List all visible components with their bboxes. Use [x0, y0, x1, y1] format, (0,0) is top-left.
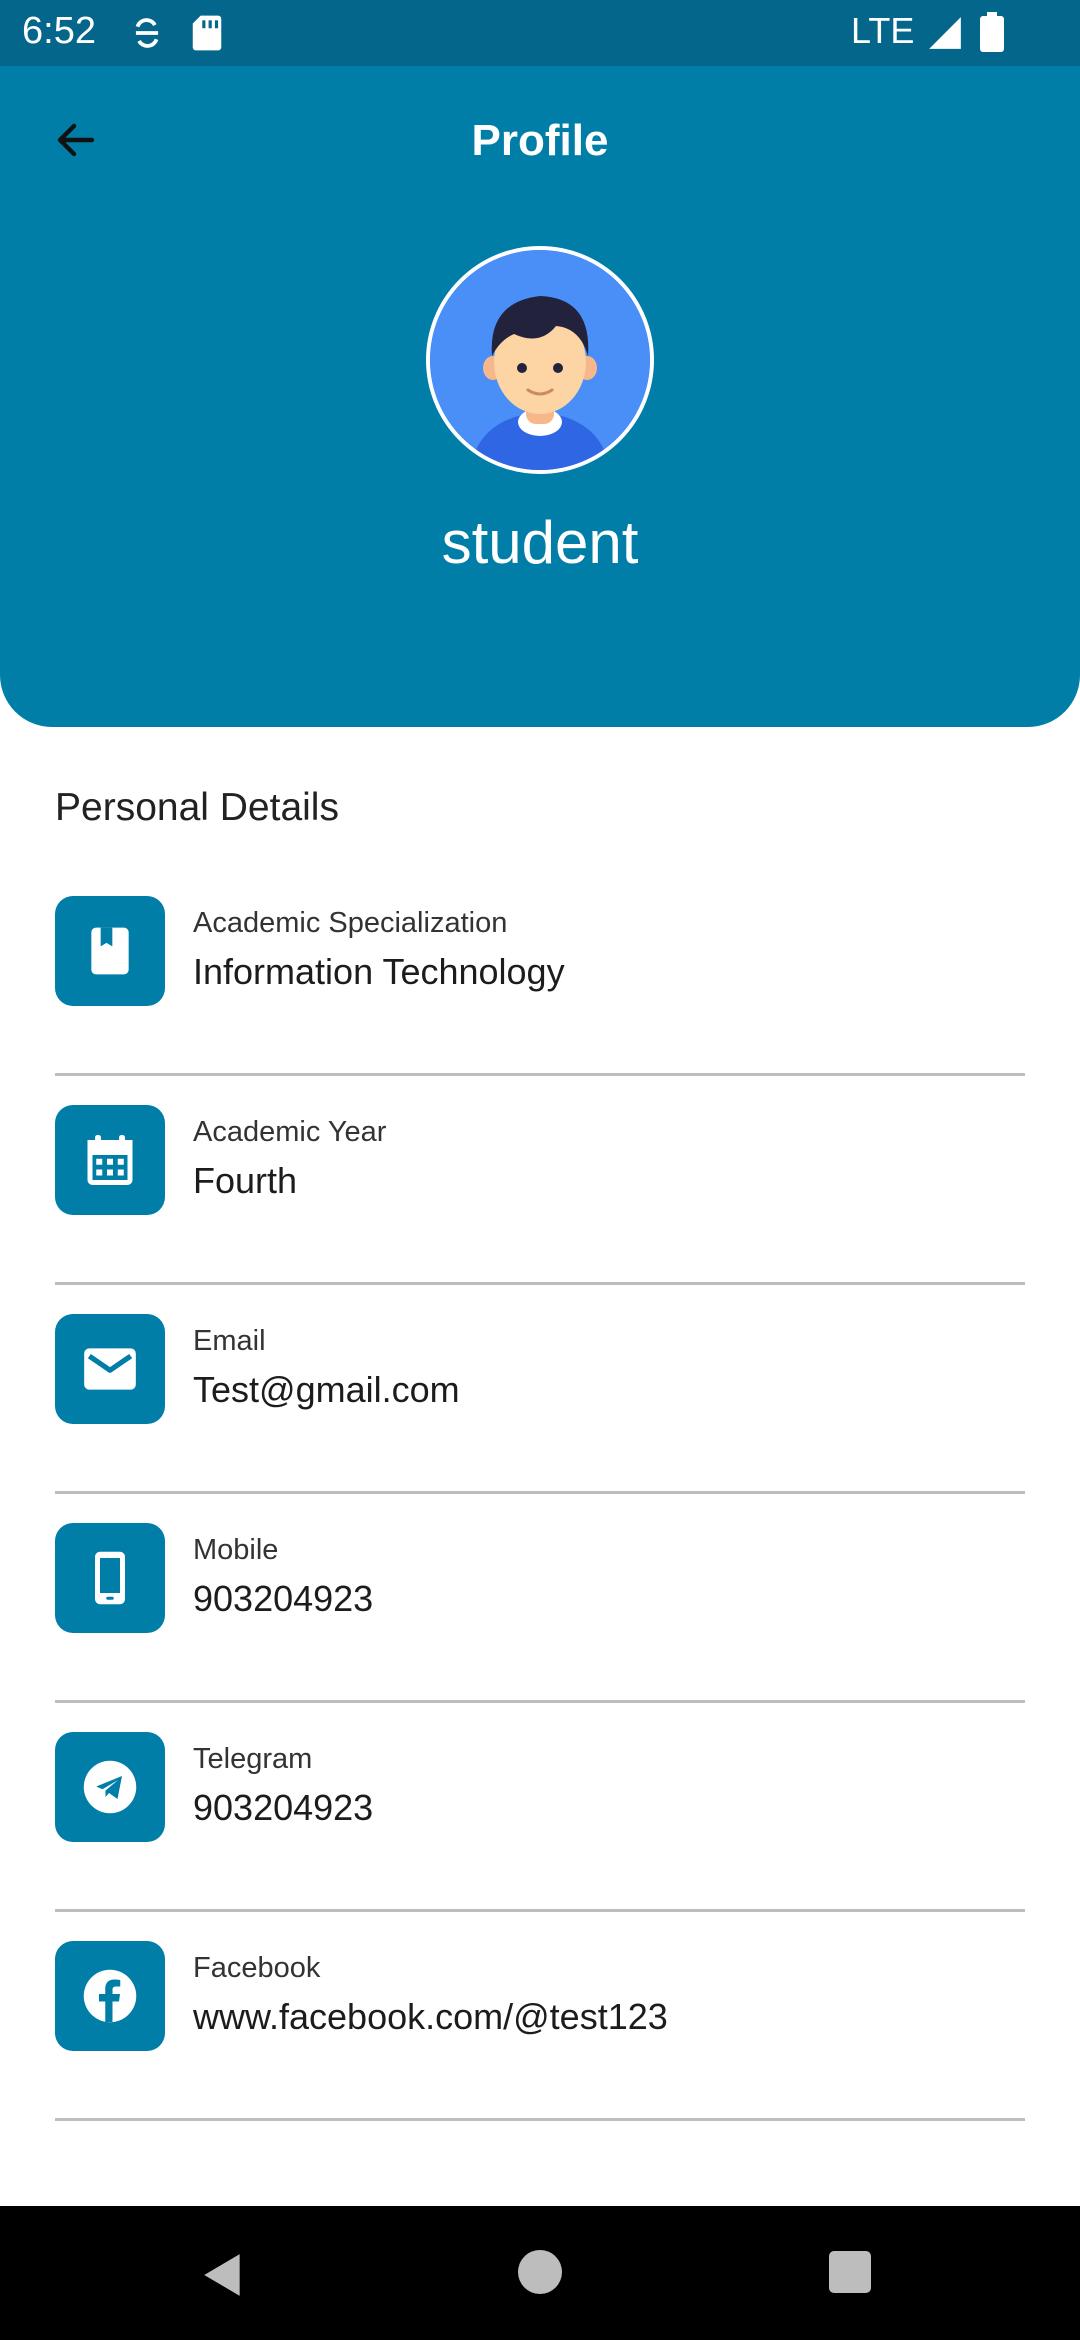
detail-value: Test@gmail.com — [193, 1369, 460, 1410]
detail-value: www.facebook.com/@test123 — [193, 1996, 668, 2037]
status-bar: 6:52 LTE — [0, 0, 1080, 66]
detail-label: Email — [193, 1325, 266, 1357]
detail-label: Academic Specialization — [193, 907, 508, 939]
book-icon — [91, 927, 129, 975]
email-icon — [84, 1348, 136, 1390]
detail-row-specialization[interactable]: Academic Specialization Information Tech… — [55, 867, 1025, 1076]
calendar-icon-tile — [55, 1105, 165, 1215]
facebook-icon-tile — [55, 1941, 165, 2051]
nav-home-icon[interactable] — [518, 2250, 562, 2294]
detail-row-email[interactable]: Email Test@gmail.com — [55, 1285, 1025, 1494]
system-nav-bar — [0, 2206, 1080, 2340]
detail-row-facebook[interactable]: Facebook www.facebook.com/@test123 — [55, 1912, 1025, 2121]
user-name: student — [441, 509, 639, 576]
calendar-icon — [87, 1135, 133, 1185]
detail-label: Mobile — [193, 1534, 279, 1566]
email-icon-tile — [55, 1314, 165, 1424]
detail-value: Information Technology — [193, 951, 565, 992]
network-type: LTE — [851, 10, 915, 51]
telegram-icon — [83, 1760, 137, 1814]
avatar[interactable] — [426, 246, 654, 474]
detail-value: 903204923 — [193, 1787, 374, 1828]
battery-icon — [980, 12, 1004, 52]
detail-row-academic-year[interactable]: Academic Year Fourth — [55, 1076, 1025, 1285]
nav-recents-icon[interactable] — [829, 2251, 871, 2293]
detail-label: Academic Year — [193, 1116, 387, 1148]
detail-value: 903204923 — [193, 1578, 374, 1619]
detail-label: Telegram — [193, 1743, 313, 1775]
student-avatar-icon — [430, 250, 650, 470]
book-icon-tile — [55, 896, 165, 1006]
signal-icon — [929, 17, 961, 49]
detail-value: Fourth — [193, 1160, 298, 1201]
sync-icon — [135, 18, 159, 48]
sd-card-icon — [192, 15, 222, 51]
telegram-icon-tile — [55, 1732, 165, 1842]
section-title: Personal Details — [55, 786, 339, 829]
nav-back-icon[interactable] — [198, 2250, 248, 2300]
facebook-icon — [83, 1969, 137, 2023]
detail-row-telegram[interactable]: Telegram 903204923 — [55, 1703, 1025, 1912]
phone-icon-tile — [55, 1523, 165, 1633]
detail-label: Facebook — [193, 1952, 321, 1984]
phone-icon — [95, 1551, 125, 1605]
page-title: Profile — [471, 116, 609, 165]
detail-row-mobile[interactable]: Mobile 903204923 — [55, 1494, 1025, 1703]
status-time: 6:52 — [22, 10, 96, 52]
